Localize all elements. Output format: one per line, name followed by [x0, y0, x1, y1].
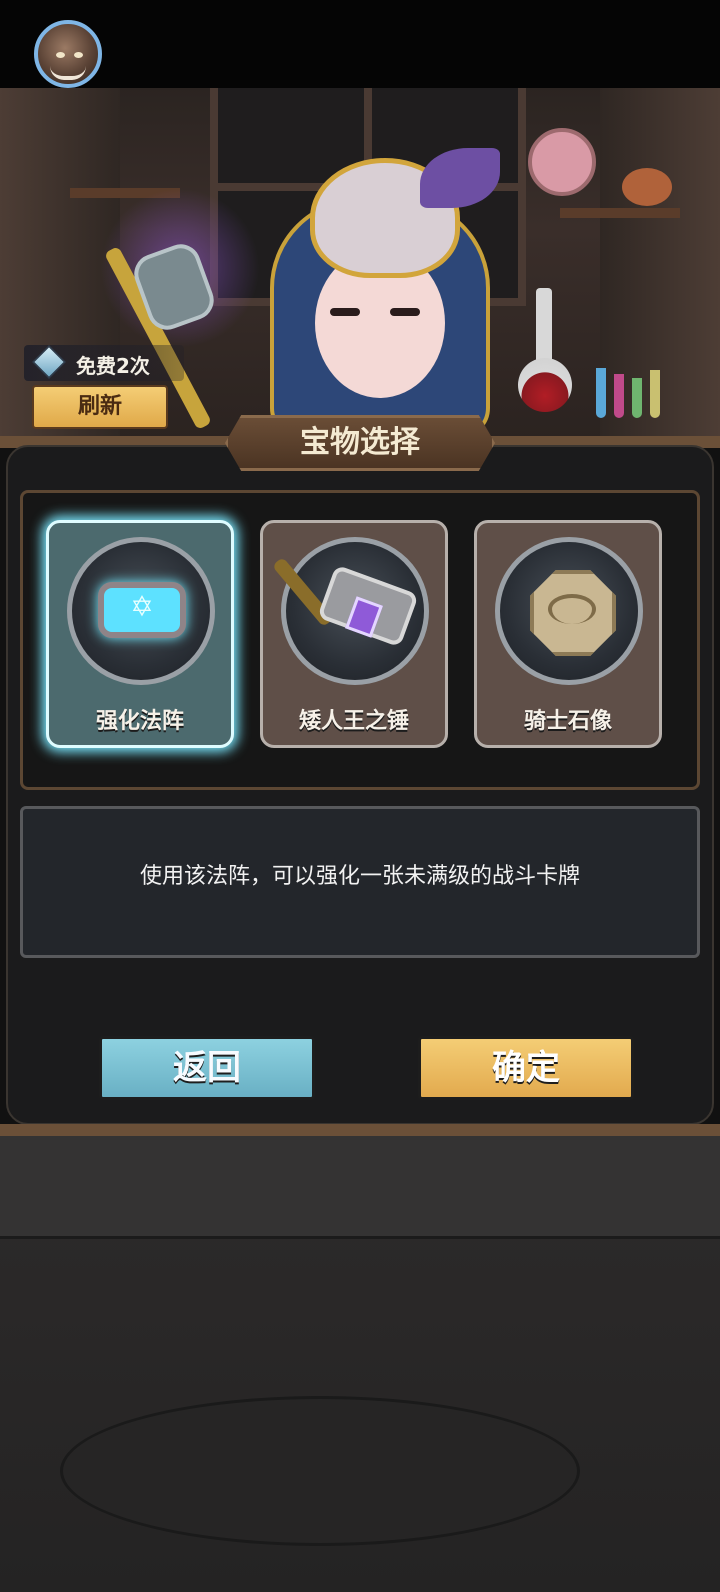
panel-title: 宝物选择 — [300, 425, 420, 460]
item-orb: ✡ — [67, 537, 215, 685]
shelf — [560, 208, 680, 218]
floor-background — [0, 1136, 720, 1592]
card-label: 矮人王之锤 — [298, 709, 409, 734]
floor-circle — [60, 1396, 580, 1546]
hexagram-icon: ✡ — [130, 590, 154, 623]
flask-neck — [536, 288, 552, 366]
avatar-eye-left — [56, 52, 65, 58]
top-bar — [0, 0, 720, 88]
panel-frame-bottom — [0, 1124, 720, 1136]
item-orb — [271, 537, 429, 685]
potion-flask-icon — [518, 358, 572, 412]
card-label: 强化法阵 — [95, 709, 184, 734]
confirm-button[interactable]: 确定 — [418, 1036, 634, 1100]
stone-carving — [548, 594, 596, 624]
hanging-meat-icon — [528, 128, 596, 196]
card-label: 骑士石像 — [523, 709, 612, 734]
avatar-eye-right — [74, 52, 83, 58]
back-button[interactable]: 返回 — [99, 1036, 315, 1100]
player-avatar[interactable] — [34, 20, 102, 88]
character-eye-right — [390, 308, 420, 316]
treasure-card-hammer[interactable]: 矮人王之锤 — [260, 520, 448, 748]
back-wall — [0, 1136, 720, 1239]
treasure-card-rune[interactable]: ✡ 强化法阵 — [46, 520, 234, 748]
treasure-card-statue[interactable]: 骑士石像 — [474, 520, 662, 748]
test-tubes-icon — [596, 358, 696, 418]
avatar-mouth — [50, 66, 86, 80]
item-orb — [495, 537, 643, 685]
drumstick-icon — [622, 168, 672, 206]
item-description: 使用该法阵，可以强化一张未满级的战斗卡牌 — [139, 864, 580, 889]
merchant-character — [270, 148, 500, 440]
refresh-button[interactable]: 刷新 — [32, 385, 168, 429]
free-refresh-count: 免费2次 — [76, 354, 150, 378]
character-eye-left — [330, 308, 360, 316]
